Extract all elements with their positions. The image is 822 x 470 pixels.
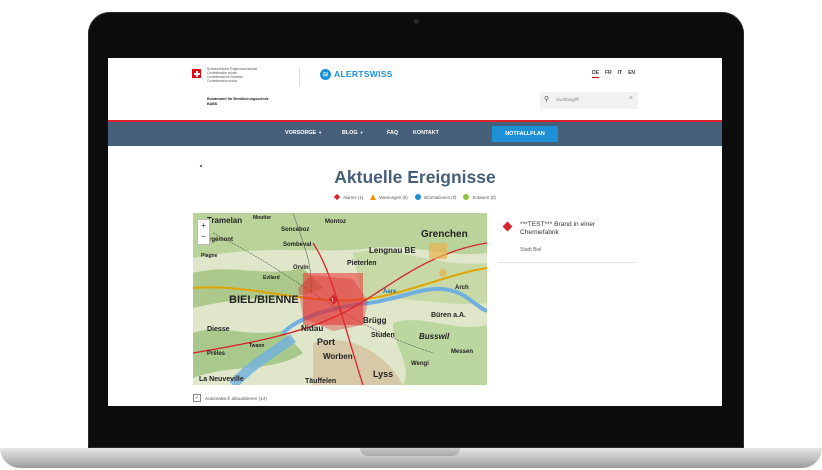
header-divider	[299, 68, 300, 86]
auto-refresh-label: Automatisch aktualisieren (14)	[205, 395, 267, 401]
map-label: Pieterlen	[347, 260, 377, 267]
map-label: Brügg	[363, 316, 387, 325]
info-icon	[414, 194, 421, 200]
map-label: Nidau	[301, 324, 323, 333]
laptop-notch	[360, 448, 460, 456]
map-label: La Neuveville	[199, 376, 244, 383]
legend-alarm[interactable]: Alarme (1)	[333, 193, 364, 201]
nav-label: FAQ	[387, 130, 399, 136]
site-header: Schweizerische Eidgenossenschaft Confédé…	[108, 58, 722, 120]
map-label: Diesse	[207, 326, 230, 333]
all-clear-icon	[463, 194, 470, 200]
map-label: Busswil	[419, 332, 450, 341]
screen: Schweizerische Eidgenossenschaft Confédé…	[108, 58, 722, 406]
map-canvas[interactable]: ! Tramelan Corgémont Sonceboz Sombeval O…	[193, 213, 487, 385]
map-zoom-control: + −	[197, 219, 210, 245]
nav-label: KONTAKT	[413, 130, 439, 136]
confederation-line: Confederaziun svizra	[207, 79, 237, 83]
auto-refresh-toggle[interactable]: ✓ Automatisch aktualisieren (14)	[193, 394, 267, 402]
event-map[interactable]: ! Tramelan Corgémont Sonceboz Sombeval O…	[193, 213, 487, 385]
nav-item-vorsorge[interactable]: VORSORGE ▼	[285, 130, 322, 136]
event-title[interactable]: ***TEST*** Brand in einer Chemiefabrik	[520, 221, 632, 237]
nav-item-blog[interactable]: BLOG ▼	[342, 130, 364, 136]
alarm-icon	[502, 221, 513, 232]
language-switcher: DE FR IT EN	[592, 70, 635, 78]
event-location: Stadt Biel	[520, 247, 542, 253]
office-line: BABS	[207, 101, 218, 106]
warning-icon	[370, 194, 377, 200]
map-label: Sonceboz	[281, 227, 309, 233]
map-label: Arch	[455, 285, 469, 291]
nav-item-faq[interactable]: FAQ	[387, 130, 398, 136]
map-label: Sombeval	[283, 242, 312, 248]
legend-label: Informationen (0)	[423, 194, 457, 200]
office-line: Bundesamt für Bevölkerungsschutz	[207, 97, 269, 101]
map-label: Evilard	[263, 275, 280, 281]
legend-label: Alarme (1)	[343, 194, 364, 200]
chevron-down-icon: ▼	[318, 130, 323, 135]
swiss-flag-icon[interactable]	[192, 69, 201, 78]
page-title: Aktuelle Ereignisse	[334, 167, 496, 187]
map-label: Grenchen	[421, 229, 468, 240]
legend-label: Warnungen (0)	[379, 194, 408, 200]
legend-label: Entwarnt (0)	[472, 194, 496, 200]
search-icon: ⚲	[544, 96, 550, 103]
map-label: Messen	[451, 349, 473, 355]
alertswiss-logo[interactable]: ≋ ALERTSWISS	[320, 68, 393, 80]
checkbox-checked-icon[interactable]: ✓	[193, 394, 201, 402]
search-placeholder: Suchbegriff	[556, 97, 579, 102]
legend-warning[interactable]: Warnungen (0)	[370, 194, 408, 200]
search-input[interactable]: ⚲ Suchbegriff ×	[540, 92, 638, 109]
lang-fr[interactable]: FR	[605, 70, 612, 78]
main-nav: VORSORGE ▼ BLOG ▼ FAQ KONTAKT NOTFALLPLAN	[108, 122, 722, 146]
map-label: Tramelan	[207, 216, 242, 225]
notfallplan-button[interactable]: NOTFALLPLAN	[492, 126, 558, 142]
nav-item-kontakt[interactable]: KONTAKT	[413, 130, 439, 136]
map-label: Orvin	[293, 265, 309, 271]
zoom-in-button[interactable]: +	[198, 220, 209, 231]
lang-en[interactable]: EN	[628, 70, 635, 78]
confederation-text: Schweizerische Eidgenossenschaft Confédé…	[207, 67, 257, 83]
office-name: Bundesamt für Bevölkerungsschutz BABS	[207, 97, 269, 106]
broadcast-icon: ≋	[320, 68, 331, 80]
event-legend: Alarme (1) Warnungen (0) Informationen (…	[108, 193, 722, 201]
map-label: Lengnau BE	[369, 246, 416, 255]
map-label: Lyss	[373, 369, 393, 379]
lang-it[interactable]: IT	[618, 70, 622, 78]
legend-all-clear[interactable]: Entwarnt (0)	[463, 194, 496, 200]
alarm-icon	[333, 193, 341, 201]
zoom-out-button[interactable]: −	[198, 231, 209, 242]
map-label: Worben	[323, 352, 353, 361]
map-label: BIEL/BIENNE	[229, 294, 299, 306]
map-label: Twann	[249, 343, 264, 349]
nav-label: VORSORGE	[285, 130, 317, 136]
map-label: Täuffelen	[305, 378, 336, 385]
map-label: Studen	[371, 332, 395, 339]
logo-text: ALERTSWISS	[334, 69, 393, 79]
chevron-down-icon: ▼	[359, 130, 364, 135]
map-label: Prêles	[207, 351, 226, 357]
map-label: Montoz	[325, 219, 346, 225]
map-label: Aare	[383, 289, 397, 295]
map-label: Port	[317, 337, 335, 347]
map-label: Plagne	[201, 253, 218, 259]
clear-icon[interactable]: ×	[629, 95, 633, 102]
map-label: Wengi	[411, 361, 429, 367]
nav-label: BLOG	[342, 130, 358, 136]
map-label: Moutier	[253, 215, 271, 221]
legend-info[interactable]: Informationen (0)	[414, 194, 457, 200]
lang-de[interactable]: DE	[592, 70, 599, 78]
event-divider	[498, 262, 636, 263]
camera-icon	[414, 19, 419, 24]
map-label: Büren a.A.	[431, 312, 466, 319]
